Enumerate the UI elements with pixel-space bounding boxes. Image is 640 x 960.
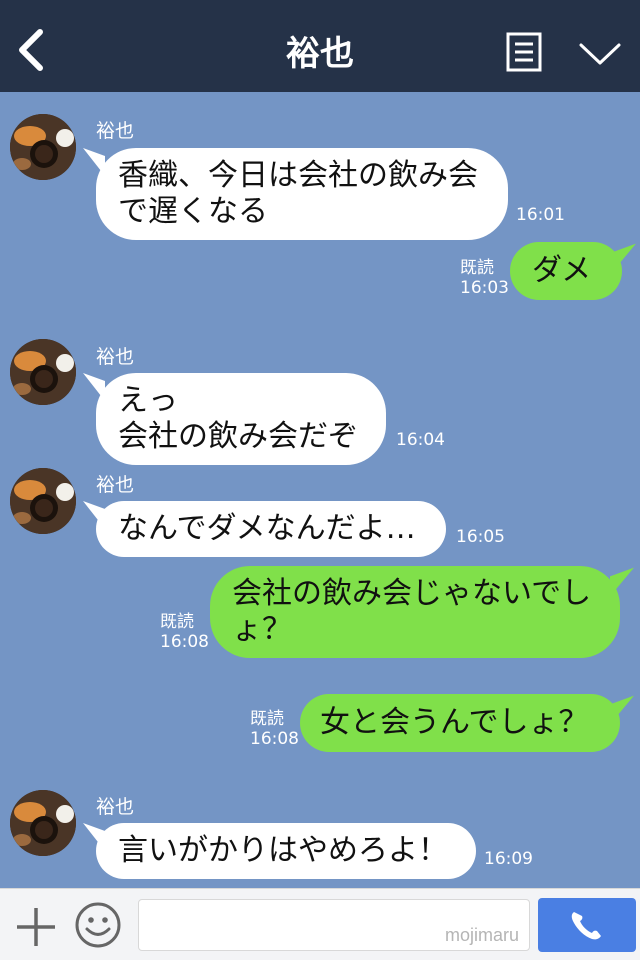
avatar-image: [10, 114, 76, 180]
message-input[interactable]: mojimaru: [138, 899, 530, 951]
timestamp: 16:09: [484, 849, 533, 869]
read-receipt: 既読 16:08: [160, 612, 209, 652]
sender-name: 裕也: [96, 120, 135, 142]
message-bubble[interactable]: 言いがかりはやめろよ！: [96, 823, 476, 879]
message-line: 言いがかりはやめろよ！: [118, 833, 448, 868]
message-bubble[interactable]: 香織、今日は会社の飲み会 で遅くなる: [96, 148, 508, 240]
read-receipt: 既読 16:08: [250, 709, 299, 749]
message-bubble[interactable]: なんでダメなんだよ…: [96, 501, 446, 557]
message-line: 香織、今日は会社の飲み会: [118, 158, 478, 193]
message-line: ダメ: [532, 253, 592, 288]
call-button[interactable]: [538, 898, 636, 952]
timestamp: 16:08: [160, 632, 209, 652]
timestamp: 16:05: [456, 527, 505, 547]
message-line: 女と会うんでしょ？: [320, 705, 589, 740]
chevron-down-icon[interactable]: [578, 40, 622, 68]
sender-name: 裕也: [96, 346, 135, 368]
message-bubble[interactable]: 女と会うんでしょ？: [300, 694, 620, 752]
read-receipt: 既読 16:03: [460, 258, 509, 298]
menu-icon[interactable]: [506, 32, 542, 72]
avatar[interactable]: [10, 339, 76, 405]
chat-title: 裕也: [286, 34, 354, 74]
avatar[interactable]: [10, 114, 76, 180]
avatar-image: [10, 339, 76, 405]
timestamp: 16:03: [460, 278, 509, 298]
watermark: mojimaru: [444, 925, 519, 945]
sender-name: 裕也: [96, 796, 135, 818]
message-bubble[interactable]: えっ 会社の飲み会だぞ: [96, 373, 386, 465]
message-bubble[interactable]: ダメ: [510, 242, 622, 300]
avatar[interactable]: [10, 790, 76, 856]
avatar[interactable]: [10, 468, 76, 534]
message-line: ょ？: [232, 612, 292, 647]
timestamp: 16:04: [396, 430, 445, 450]
avatar-image: [10, 790, 76, 856]
message-line: えっ: [118, 383, 178, 418]
read-label: 既読: [160, 612, 194, 632]
smile-icon[interactable]: [74, 901, 122, 949]
read-label: 既読: [250, 709, 284, 729]
message-line: なんでダメなんだよ…: [118, 511, 416, 546]
message-line: 会社の飲み会だぞ: [118, 419, 358, 454]
read-label: 既読: [460, 258, 494, 278]
chat-header: 裕也: [0, 0, 640, 92]
timestamp: 16:08: [250, 729, 299, 749]
plus-icon[interactable]: [14, 905, 58, 949]
message-list[interactable]: 裕也 香織、今日は会社の飲み会 で遅くなる 16:01 既読 16:03 ダメ …: [0, 92, 640, 888]
input-bar: mojimaru: [0, 888, 640, 960]
phone-icon: [571, 912, 601, 940]
message-bubble[interactable]: 会社の飲み会じゃないでし ょ？: [210, 566, 620, 658]
sender-name: 裕也: [96, 474, 135, 496]
message-line: で遅くなる: [118, 194, 268, 229]
timestamp: 16:01: [516, 205, 565, 225]
avatar-image: [10, 468, 76, 534]
message-line: 会社の飲み会じゃないでし: [232, 576, 592, 611]
